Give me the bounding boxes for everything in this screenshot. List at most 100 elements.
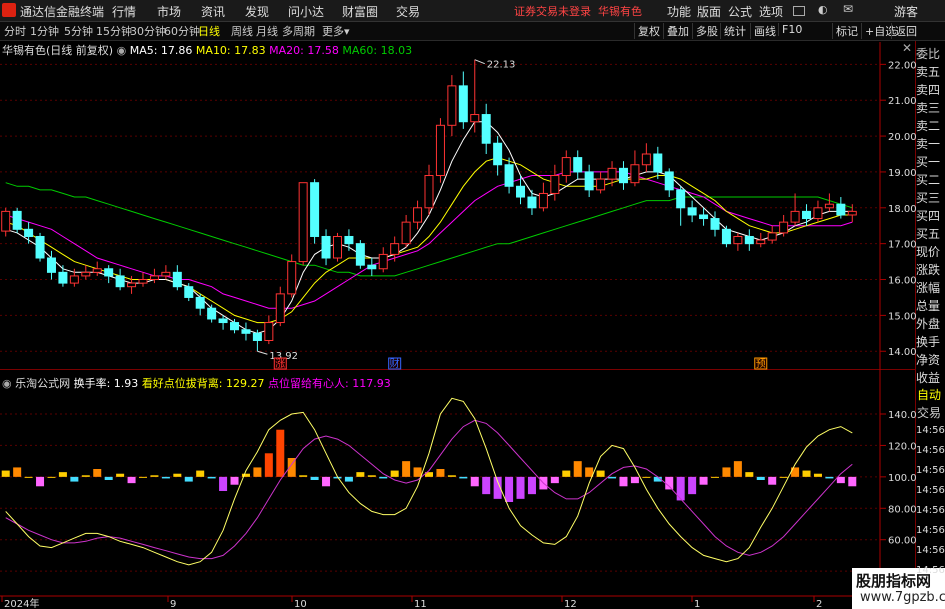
candle-body bbox=[470, 114, 480, 123]
candle-body bbox=[115, 275, 125, 288]
candle-body bbox=[1, 210, 11, 232]
candle-body bbox=[401, 221, 411, 245]
candle-body bbox=[699, 214, 709, 220]
tick-time: 14:56 bbox=[916, 465, 945, 476]
period-tab[interactable]: 1分钟 bbox=[30, 23, 59, 39]
indicator-bar bbox=[688, 476, 697, 495]
indicator-bar bbox=[219, 476, 228, 491]
price-tick-label: 16.00 bbox=[888, 276, 916, 287]
ma5-line bbox=[5, 121, 853, 334]
price-tick-label: 18.00 bbox=[888, 204, 916, 215]
side-label: 换手 bbox=[916, 335, 941, 349]
candle-body bbox=[378, 253, 388, 270]
toolbar-button[interactable]: 统计 bbox=[720, 23, 746, 39]
toolbar-button[interactable]: 标记 bbox=[832, 23, 858, 39]
indicator-bar bbox=[733, 461, 742, 477]
candle-body bbox=[413, 207, 423, 223]
candle-body bbox=[813, 207, 823, 220]
period-tab[interactable]: 更多▾ bbox=[322, 23, 350, 39]
candle-body bbox=[756, 239, 766, 245]
side-label: 外盘 bbox=[916, 317, 941, 331]
watermark-url: www.7gpzb.com bbox=[860, 590, 945, 605]
candle-body bbox=[721, 228, 731, 245]
toolbar-button[interactable]: 复权 bbox=[634, 23, 660, 39]
candle-body bbox=[733, 235, 743, 245]
period-tab[interactable]: 60分钟 bbox=[164, 23, 200, 39]
period-tab[interactable]: 月线 bbox=[256, 23, 278, 39]
candle-body bbox=[81, 271, 91, 277]
candle-body bbox=[618, 167, 628, 184]
candle-body bbox=[46, 257, 56, 273]
period-tab[interactable]: 30分钟 bbox=[130, 23, 166, 39]
indicator-bar bbox=[470, 476, 479, 487]
candle-body bbox=[367, 264, 377, 270]
candle-body bbox=[744, 235, 754, 245]
side-label: 买二 bbox=[916, 173, 941, 187]
indicator-bar bbox=[436, 469, 445, 477]
indicator-bar bbox=[459, 476, 468, 479]
period-tab[interactable]: 周线 bbox=[231, 23, 253, 39]
candle-body bbox=[676, 189, 686, 209]
price-tick-label: 20.00 bbox=[888, 132, 916, 143]
indicator-bar bbox=[825, 476, 834, 479]
indicator-bar bbox=[550, 476, 559, 484]
side-label: 委比 bbox=[916, 47, 941, 61]
indicator-bar bbox=[676, 476, 685, 501]
side-label: 涨跌 bbox=[916, 263, 941, 277]
indicator-tick-label: 100.00 bbox=[888, 473, 916, 484]
indicator-bar bbox=[402, 461, 411, 477]
toolbar-button[interactable]: 叠加 bbox=[663, 23, 689, 39]
side-label: 涨幅 bbox=[916, 281, 941, 295]
side-label: 卖五 bbox=[916, 65, 941, 79]
indicator-bar bbox=[596, 470, 605, 477]
period-tab[interactable]: 多周期 bbox=[282, 23, 315, 39]
side-label: 净资 bbox=[916, 353, 941, 367]
indicator-bar bbox=[81, 475, 90, 477]
candle-body bbox=[779, 221, 789, 234]
period-tab[interactable]: 分时 bbox=[4, 23, 26, 39]
candle-body bbox=[321, 235, 331, 259]
time-label: 2 bbox=[816, 599, 822, 609]
indicator-bar bbox=[138, 476, 148, 478]
candle-body bbox=[172, 271, 182, 288]
toolbar-button[interactable]: 返回 bbox=[891, 23, 917, 39]
auto-label[interactable]: 自动 bbox=[917, 386, 941, 403]
indicator-purple-line bbox=[5, 419, 853, 560]
candle-body bbox=[527, 196, 537, 209]
candle-body bbox=[127, 282, 137, 288]
event-marker-label: 财 bbox=[390, 357, 400, 370]
indicator-bar bbox=[104, 476, 113, 480]
indicator-bar bbox=[207, 476, 216, 479]
candle-body bbox=[298, 182, 308, 263]
candle-body bbox=[310, 182, 320, 237]
candle-body bbox=[195, 296, 205, 309]
toolbar-button[interactable]: F10 bbox=[778, 23, 802, 36]
indicator-bar bbox=[413, 467, 422, 477]
indicator-bar bbox=[710, 476, 720, 478]
side-label: 收益 bbox=[916, 371, 941, 385]
time-label: 10 bbox=[294, 599, 307, 609]
period-tab[interactable]: 5分钟 bbox=[64, 23, 93, 39]
period-tab[interactable]: 日线 bbox=[198, 23, 220, 39]
toolbar-button[interactable]: 画线 bbox=[750, 23, 776, 39]
candle-body bbox=[664, 171, 674, 191]
indicator-bar bbox=[299, 475, 308, 477]
indicator-bar bbox=[813, 473, 822, 477]
candle-body bbox=[538, 192, 548, 209]
indicator-bar bbox=[447, 475, 456, 477]
toolbar-button[interactable]: 多股 bbox=[692, 23, 718, 39]
time-label: 1 bbox=[694, 599, 700, 609]
candle-body bbox=[264, 322, 274, 341]
candle-body bbox=[58, 271, 68, 284]
indicator-bar bbox=[779, 476, 788, 478]
candle-body bbox=[584, 171, 594, 191]
stock-chart[interactable]: 14.00 15.00 16.00 17.00 18.00 19.00 20.00 21.00… bbox=[0, 0, 916, 609]
indicator-bar bbox=[379, 476, 388, 479]
time-label: 12 bbox=[564, 599, 577, 609]
indicator-bar bbox=[665, 476, 674, 490]
indicator-bar bbox=[150, 475, 159, 477]
indicator-bar bbox=[630, 476, 639, 484]
tick-time: 14:56 bbox=[916, 485, 945, 496]
period-tab[interactable]: 15分钟 bbox=[96, 23, 132, 39]
trade-label[interactable]: 交易 bbox=[917, 404, 941, 421]
